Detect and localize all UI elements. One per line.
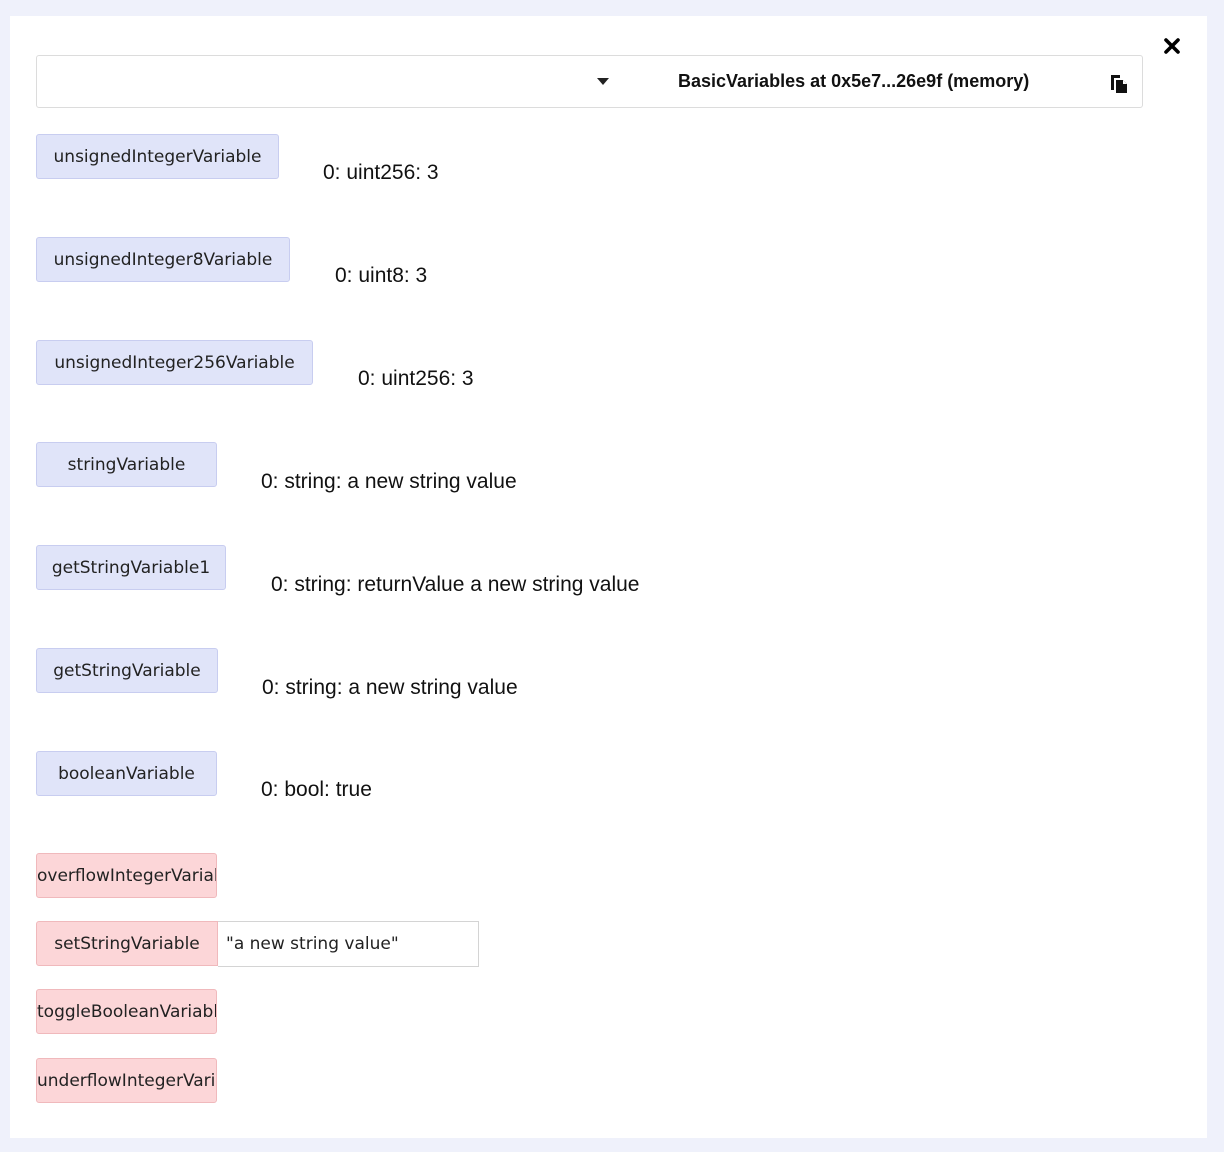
call-stringVariable-button[interactable]: stringVariable: [36, 442, 217, 487]
copy-address-button[interactable]: [1109, 72, 1129, 94]
call-unsignedInteger256Variable-button[interactable]: unsignedInteger256Variable: [36, 340, 313, 385]
call-unsignedIntegerVariable-button[interactable]: unsignedIntegerVariable: [36, 134, 279, 179]
result-getStringVariable1: 0: string: returnValue a new string valu…: [271, 573, 640, 596]
call-unsignedInteger8Variable-button[interactable]: unsignedInteger8Variable: [36, 237, 290, 282]
transact-underflowIntegerVariable-button[interactable]: underflowIntegerVariable: [36, 1058, 217, 1103]
contract-title: BasicVariables at 0x5e7...26e9f (memory): [678, 71, 1030, 91]
close-button[interactable]: [1160, 34, 1184, 58]
result-getStringVariable: 0: string: a new string value: [262, 676, 518, 699]
transact-toggleBooleanVariable-button[interactable]: toggleBooleanVariable: [36, 989, 217, 1034]
result-unsignedIntegerVariable: 0: uint256: 3: [323, 161, 439, 184]
result-unsignedInteger256Variable: 0: uint256: 3: [358, 367, 474, 390]
transact-underflowIntegerVariable-label: underflowIntegerVariable: [37, 1070, 216, 1091]
result-booleanVariable: 0: bool: true: [261, 778, 372, 801]
clipboard-copy-icon: [1111, 75, 1127, 93]
close-icon: [1164, 38, 1180, 54]
transact-setStringVariable-button[interactable]: setStringVariable: [36, 921, 218, 966]
transact-overflowIntegerVariable-label: overflowIntegerVariable: [37, 865, 216, 886]
transact-toggleBooleanVariable-label: toggleBooleanVariable: [37, 1001, 216, 1022]
call-getStringVariable1-button[interactable]: getStringVariable1: [36, 545, 226, 590]
transact-overflowIntegerVariable-button[interactable]: overflowIntegerVariable: [36, 853, 217, 898]
result-unsignedInteger8Variable: 0: uint8: 3: [335, 264, 428, 287]
result-stringVariable: 0: string: a new string value: [261, 470, 517, 493]
contract-header: BasicVariables at 0x5e7...26e9f (memory): [36, 55, 1143, 108]
caret-down-icon[interactable]: [597, 78, 609, 85]
call-booleanVariable-button[interactable]: booleanVariable: [36, 751, 217, 796]
contract-panel: BasicVariables at 0x5e7...26e9f (memory)…: [10, 16, 1207, 1138]
call-getStringVariable-button[interactable]: getStringVariable: [36, 648, 218, 693]
setStringVariable-input[interactable]: [218, 921, 479, 967]
